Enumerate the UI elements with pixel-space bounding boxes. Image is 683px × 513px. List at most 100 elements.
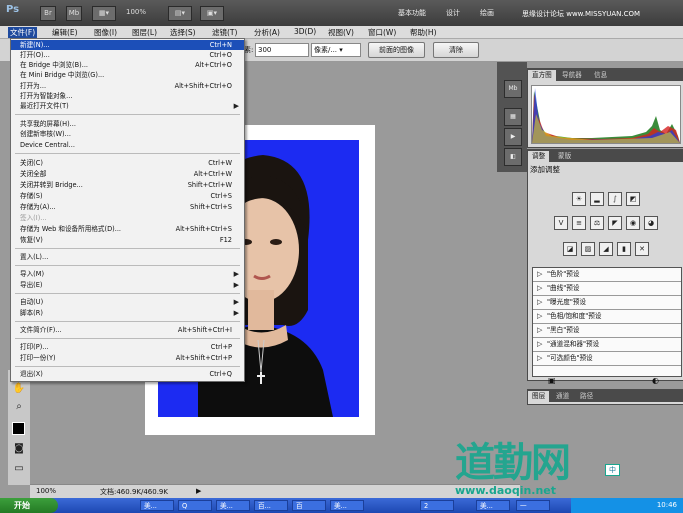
menu-item-import[interactable]: 导入(M) ▶: [11, 269, 244, 279]
menu-item-save-as[interactable]: 存储为(A)... Shift+Ctrl+S: [11, 202, 244, 212]
preset-exposure[interactable]: ▷ "曝光度"预设: [533, 296, 681, 310]
foreground-color-swatch[interactable]: [12, 422, 26, 436]
menu-layer[interactable]: 图层(L): [132, 27, 157, 38]
menu-item-close-go-bridge[interactable]: 关闭并转到 Bridge... Shift+Ctrl+W: [11, 180, 244, 190]
taskbar-item[interactable]: Q: [178, 500, 212, 511]
hand-tool-icon[interactable]: ✋: [12, 382, 26, 396]
menu-item-open[interactable]: 打开(O)... Ctrl+O: [11, 50, 244, 60]
expand-arrow-icon[interactable]: ▷: [537, 352, 542, 365]
exposure-icon[interactable]: ◩: [626, 192, 640, 206]
brightness-contrast-icon[interactable]: ☀: [572, 192, 586, 206]
taskbar-item[interactable]: 美...: [330, 500, 364, 511]
preset-channel-mixer[interactable]: ▷ "通道混和器"预设: [533, 338, 681, 352]
expand-arrow-icon[interactable]: ▷: [537, 282, 542, 295]
menu-item-revert[interactable]: 恢复(V) F12: [11, 235, 244, 245]
taskbar-item[interactable]: 美...: [216, 500, 250, 511]
tab-adjustments[interactable]: 调整: [528, 151, 550, 162]
taskbar-item[interactable]: 美...: [140, 500, 174, 511]
tab-navigator[interactable]: 导航器: [558, 70, 586, 81]
menu-window[interactable]: 窗口(W): [368, 27, 396, 38]
tab-histogram[interactable]: 直方图: [528, 70, 556, 81]
workspace-painting[interactable]: 绘画: [480, 8, 494, 18]
adjustments-panel-menu-icon[interactable]: ◐: [652, 376, 659, 385]
tab-channels[interactable]: 通道: [552, 391, 573, 402]
selective-color-icon[interactable]: ✕: [635, 242, 649, 256]
menu-item-save-for-web[interactable]: 存储为 Web 和设备所用格式(D)... Alt+Shift+Ctrl+S: [11, 224, 244, 234]
menu-item-create-review[interactable]: 创建新审核(W)...: [11, 129, 244, 139]
threshold-icon[interactable]: ◢: [599, 242, 613, 256]
zoom-tool-icon[interactable]: ⌕: [12, 400, 26, 414]
menu-item-scripts[interactable]: 脚本(R) ▶: [11, 308, 244, 318]
properties-panel-icon[interactable]: ◧: [504, 148, 522, 166]
menu-item-close-all[interactable]: 关闭全部 Alt+Ctrl+W: [11, 169, 244, 179]
menu-item-exit[interactable]: 退出(X) Ctrl+Q: [11, 369, 244, 379]
menu-item-close[interactable]: 关闭(C) Ctrl+W: [11, 158, 244, 168]
menu-item-recent-files[interactable]: 最近打开文件(T) ▶: [11, 101, 244, 111]
black-white-icon[interactable]: ◤: [608, 216, 622, 230]
preset-curves[interactable]: ▷ "曲线"预设: [533, 282, 681, 296]
menu-item-open-as[interactable]: 打开为... Alt+Shift+Ctrl+O: [11, 81, 244, 91]
menu-view[interactable]: 视图(V): [328, 27, 354, 38]
menu-image[interactable]: 图像(I): [94, 27, 117, 38]
menu-item-new[interactable]: 新建(N)... Ctrl+N: [11, 40, 244, 50]
photo-filter-icon[interactable]: ◉: [626, 216, 640, 230]
actions-panel-icon[interactable]: ▶: [504, 128, 522, 146]
hue-saturation-icon[interactable]: ≡: [572, 216, 586, 230]
menu-select[interactable]: 选择(S): [170, 27, 196, 38]
workspace-essentials[interactable]: 基本功能: [398, 8, 426, 18]
adjustment-layer-icon[interactable]: ▣: [548, 376, 556, 385]
view-extras-icon[interactable]: ▦▾: [92, 6, 116, 21]
expand-arrow-icon[interactable]: ▷: [537, 310, 542, 323]
clear-button[interactable]: 清除: [433, 42, 479, 58]
status-arrow-icon[interactable]: ▶: [196, 487, 201, 495]
preset-levels[interactable]: ▷ "色阶"预设: [533, 268, 681, 282]
tab-masks[interactable]: 蒙版: [554, 151, 575, 162]
menu-file[interactable]: 文件(F): [8, 27, 38, 38]
tab-layers[interactable]: 图层: [528, 391, 550, 402]
channel-mixer-icon[interactable]: ◕: [644, 216, 658, 230]
curves-icon[interactable]: ∫: [608, 192, 622, 206]
taskbar-item[interactable]: 一: [516, 500, 550, 511]
menu-edit[interactable]: 编辑(E): [52, 27, 78, 38]
invert-icon[interactable]: ◪: [563, 242, 577, 256]
menu-analysis[interactable]: 分析(A): [254, 27, 280, 38]
menu-item-browse-bridge[interactable]: 在 Bridge 中浏览(B)... Alt+Ctrl+O: [11, 60, 244, 70]
workspace-design[interactable]: 设计: [446, 8, 460, 18]
menu-item-file-info[interactable]: 文件简介(F)... Alt+Shift+Ctrl+I: [11, 325, 244, 335]
menu-item-browse-mini-bridge[interactable]: 在 Mini Bridge 中浏览(G)...: [11, 70, 244, 80]
posterize-icon[interactable]: ▨: [581, 242, 595, 256]
arrange-documents-icon[interactable]: ▤▾: [168, 6, 192, 21]
resolution-unit-select[interactable]: 像素/... ▾: [311, 43, 361, 57]
screen-mode-icon[interactable]: ▣▾: [200, 6, 224, 21]
resolution-input[interactable]: 300: [255, 43, 309, 57]
screen-mode-tool-icon[interactable]: ▭: [12, 462, 26, 476]
expand-arrow-icon[interactable]: ▷: [537, 324, 542, 337]
taskbar-item[interactable]: 百: [292, 500, 326, 511]
mini-bridge-button[interactable]: Mb: [66, 6, 82, 21]
taskbar-item[interactable]: 美...: [476, 500, 510, 511]
menu-item-print-one-copy[interactable]: 打印一份(Y) Alt+Shift+Ctrl+P: [11, 353, 244, 363]
menu-3d[interactable]: 3D(D): [294, 27, 316, 36]
menu-item-share-screen[interactable]: 共享我的屏幕(H)...: [11, 119, 244, 129]
bridge-button[interactable]: Br: [40, 6, 56, 21]
mini-bridge-panel-icon[interactable]: Mb: [504, 80, 522, 98]
quick-mask-icon[interactable]: ◙: [12, 442, 26, 456]
menu-item-device-central[interactable]: Device Central...: [11, 140, 244, 150]
expand-arrow-icon[interactable]: ▷: [537, 268, 542, 281]
color-balance-icon[interactable]: ⚖: [590, 216, 604, 230]
menu-help[interactable]: 帮助(H): [410, 27, 437, 38]
expand-arrow-icon[interactable]: ▷: [537, 296, 542, 309]
levels-icon[interactable]: ▂: [590, 192, 604, 206]
expand-arrow-icon[interactable]: ▷: [537, 338, 542, 351]
menu-item-automate[interactable]: 自动(U) ▶: [11, 297, 244, 307]
front-image-button[interactable]: 前面的图像: [368, 42, 425, 58]
menu-filter[interactable]: 滤镜(T): [212, 27, 237, 38]
preset-selective-color[interactable]: ▷ "可选颜色"预设: [533, 352, 681, 366]
menu-item-place[interactable]: 置入(L)...: [11, 252, 244, 262]
menu-item-export[interactable]: 导出(E) ▶: [11, 280, 244, 290]
gradient-map-icon[interactable]: ▮: [617, 242, 631, 256]
taskbar-item[interactable]: 2: [420, 500, 454, 511]
taskbar-item[interactable]: 百...: [254, 500, 288, 511]
status-zoom[interactable]: 100%: [36, 487, 56, 495]
preset-black-white[interactable]: ▷ "黑白"预设: [533, 324, 681, 338]
